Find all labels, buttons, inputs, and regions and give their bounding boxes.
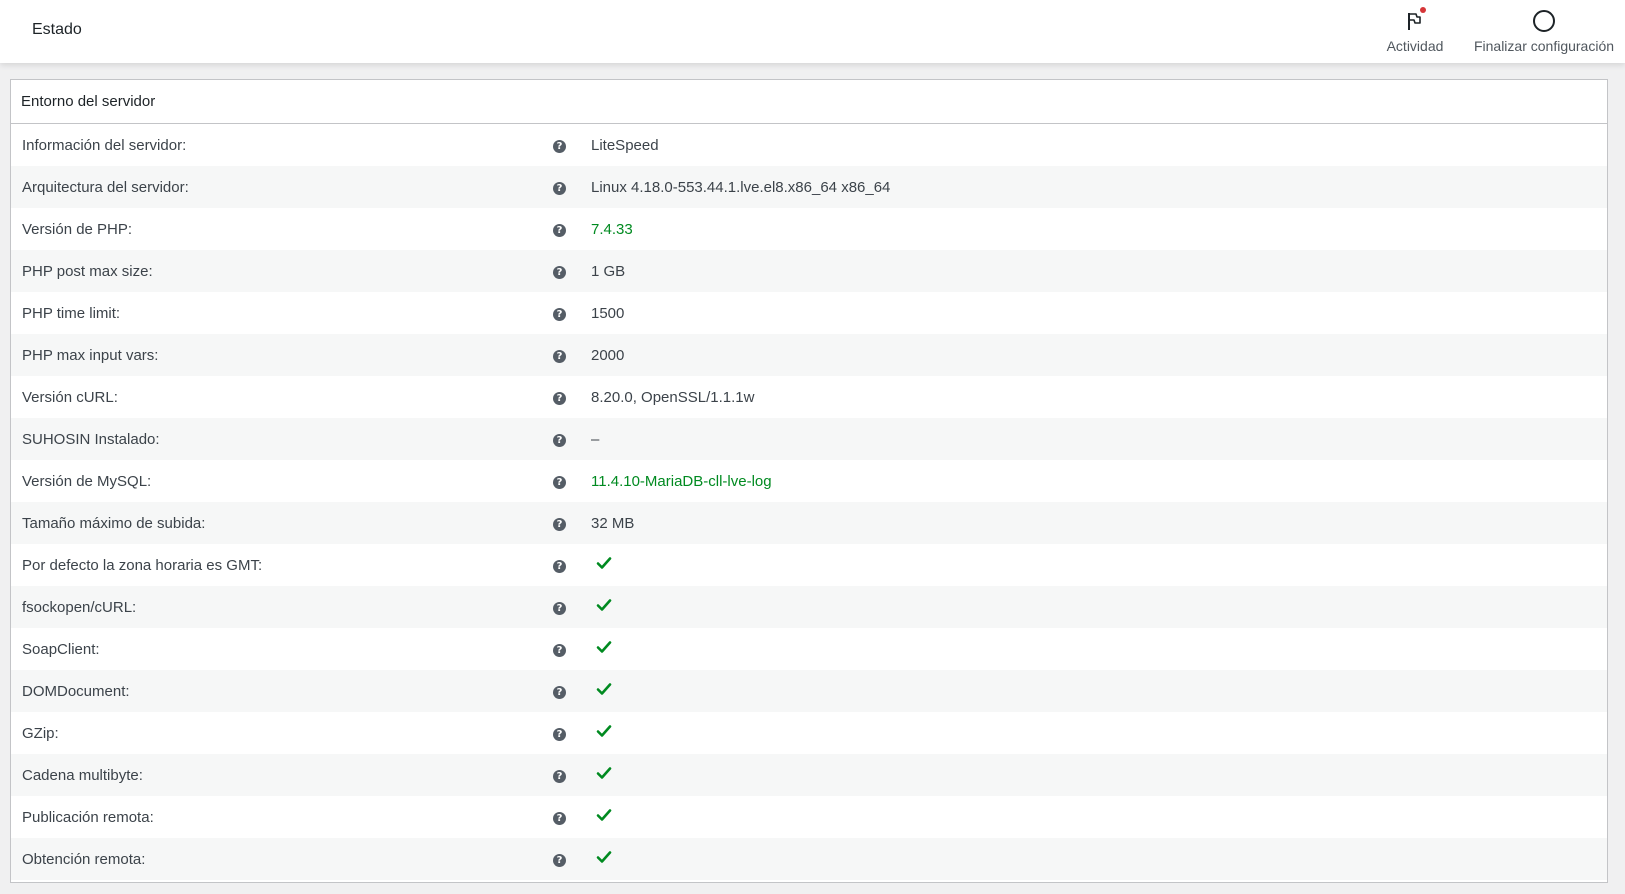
check-icon bbox=[596, 809, 612, 821]
notification-badge bbox=[1420, 7, 1426, 13]
activity-label: Actividad bbox=[1386, 38, 1444, 54]
help-icon[interactable]: ? bbox=[553, 140, 566, 153]
panel-title: Entorno del servidor bbox=[11, 80, 1607, 124]
progress-ring-icon bbox=[1533, 6, 1555, 36]
row-label: PHP time limit: bbox=[22, 304, 121, 322]
row-label: GZip: bbox=[22, 724, 59, 742]
row-label: Obtención remota: bbox=[22, 850, 146, 868]
help-icon[interactable]: ? bbox=[553, 602, 566, 615]
help-icon[interactable]: ? bbox=[553, 350, 566, 363]
row-label: PHP max input vars: bbox=[22, 346, 159, 364]
row-label: fsockopen/cURL: bbox=[22, 598, 137, 616]
row-value: 7.4.33 bbox=[591, 220, 633, 238]
row-value: 1 GB bbox=[591, 262, 626, 280]
check-icon bbox=[596, 767, 612, 779]
check-icon bbox=[596, 641, 612, 653]
row-value: 8.20.0, OpenSSL/1.1.1w bbox=[591, 388, 755, 406]
server-environment-panel: Entorno del servidor Información del ser… bbox=[10, 79, 1608, 883]
activity-button[interactable]: Actividad bbox=[1380, 0, 1450, 63]
help-icon[interactable]: ? bbox=[553, 854, 566, 867]
table-row: Obtención remota:? bbox=[11, 838, 1607, 880]
table-row: Versión de MySQL:? 11.4.10-MariaDB-cll-lv… bbox=[11, 460, 1607, 502]
row-label: Versión de MySQL: bbox=[22, 472, 152, 490]
table-row: Cadena multibyte:? bbox=[11, 754, 1607, 796]
help-icon[interactable]: ? bbox=[553, 182, 566, 195]
table-row: Arquitectura del servidor:? Linux 4.18.0-… bbox=[11, 166, 1607, 208]
row-value: Linux 4.18.0-553.44.1.lve.el8.x86_64 x86… bbox=[591, 178, 891, 196]
check-icon bbox=[596, 683, 612, 695]
help-icon[interactable]: ? bbox=[553, 644, 566, 657]
table-row: Versión de PHP:? 7.4.33 bbox=[11, 208, 1607, 250]
help-icon[interactable]: ? bbox=[553, 812, 566, 825]
row-label: SoapClient: bbox=[22, 640, 100, 658]
page-title: Estado bbox=[32, 21, 82, 38]
row-label: DOMDocument: bbox=[22, 682, 130, 700]
row-value: 11.4.10-MariaDB-cll-lve-log bbox=[591, 472, 772, 490]
check-icon bbox=[596, 599, 612, 611]
table-row: Publicación remota:? bbox=[11, 796, 1607, 838]
help-icon[interactable]: ? bbox=[553, 224, 566, 237]
row-label: Publicación remota: bbox=[22, 808, 154, 826]
row-label: Por defecto la zona horaria es GMT: bbox=[22, 556, 263, 574]
table-row: Por defecto la zona horaria es GMT:? bbox=[11, 544, 1607, 586]
table-row: Versión cURL:? 8.20.0, OpenSSL/1.1.1w bbox=[11, 376, 1607, 418]
finish-setup-label: Finalizar configuración bbox=[1473, 38, 1615, 54]
table-row: fsockopen/cURL:? bbox=[11, 586, 1607, 628]
row-value: 2000 bbox=[591, 346, 625, 364]
table-row: DOMDocument:? bbox=[11, 670, 1607, 712]
row-value: LiteSpeed bbox=[591, 136, 659, 154]
row-label: PHP post max size: bbox=[22, 262, 153, 280]
row-label: Versión cURL: bbox=[22, 388, 118, 406]
row-label: Versión de PHP: bbox=[22, 220, 133, 238]
help-icon[interactable]: ? bbox=[553, 728, 566, 741]
help-icon[interactable]: ? bbox=[553, 434, 566, 447]
table-row: GZip:? bbox=[11, 712, 1607, 754]
table-row: PHP time limit:? 1500 bbox=[11, 292, 1607, 334]
help-icon[interactable]: ? bbox=[553, 392, 566, 405]
help-icon[interactable]: ? bbox=[553, 686, 566, 699]
flag-icon bbox=[1406, 6, 1426, 36]
row-label: Cadena multibyte: bbox=[22, 766, 143, 784]
help-icon[interactable]: ? bbox=[553, 518, 566, 531]
help-icon[interactable]: ? bbox=[553, 560, 566, 573]
help-icon[interactable]: ? bbox=[553, 476, 566, 489]
row-label: Información del servidor: bbox=[22, 136, 187, 154]
row-label: SUHOSIN Instalado: bbox=[22, 430, 160, 448]
check-icon bbox=[596, 851, 612, 863]
check-icon bbox=[596, 725, 612, 737]
help-icon[interactable]: ? bbox=[553, 266, 566, 279]
table-row: Tamaño máximo de subida:? 32 MB bbox=[11, 502, 1607, 544]
table-row: PHP post max size:? 1 GB bbox=[11, 250, 1607, 292]
row-label: Arquitectura del servidor: bbox=[22, 178, 189, 196]
table-row: Información del servidor:? LiteSpeed bbox=[11, 124, 1607, 166]
table-row: SUHOSIN Instalado:? – bbox=[11, 418, 1607, 460]
row-value: 1500 bbox=[591, 304, 625, 322]
row-value: – bbox=[591, 430, 600, 448]
top-bar: Estado Actividad Finalizar configuración bbox=[0, 0, 1625, 63]
row-label: Tamaño máximo de subida: bbox=[22, 514, 206, 532]
table-row: SoapClient:? bbox=[11, 628, 1607, 670]
finish-setup-button[interactable]: Finalizar configuración bbox=[1468, 0, 1620, 63]
row-value: 32 MB bbox=[591, 514, 635, 532]
check-icon bbox=[596, 557, 612, 569]
status-table: Información del servidor:? LiteSpeed Arqui… bbox=[11, 124, 1607, 880]
help-icon[interactable]: ? bbox=[553, 770, 566, 783]
help-icon[interactable]: ? bbox=[553, 308, 566, 321]
table-row: PHP max input vars:? 2000 bbox=[11, 334, 1607, 376]
